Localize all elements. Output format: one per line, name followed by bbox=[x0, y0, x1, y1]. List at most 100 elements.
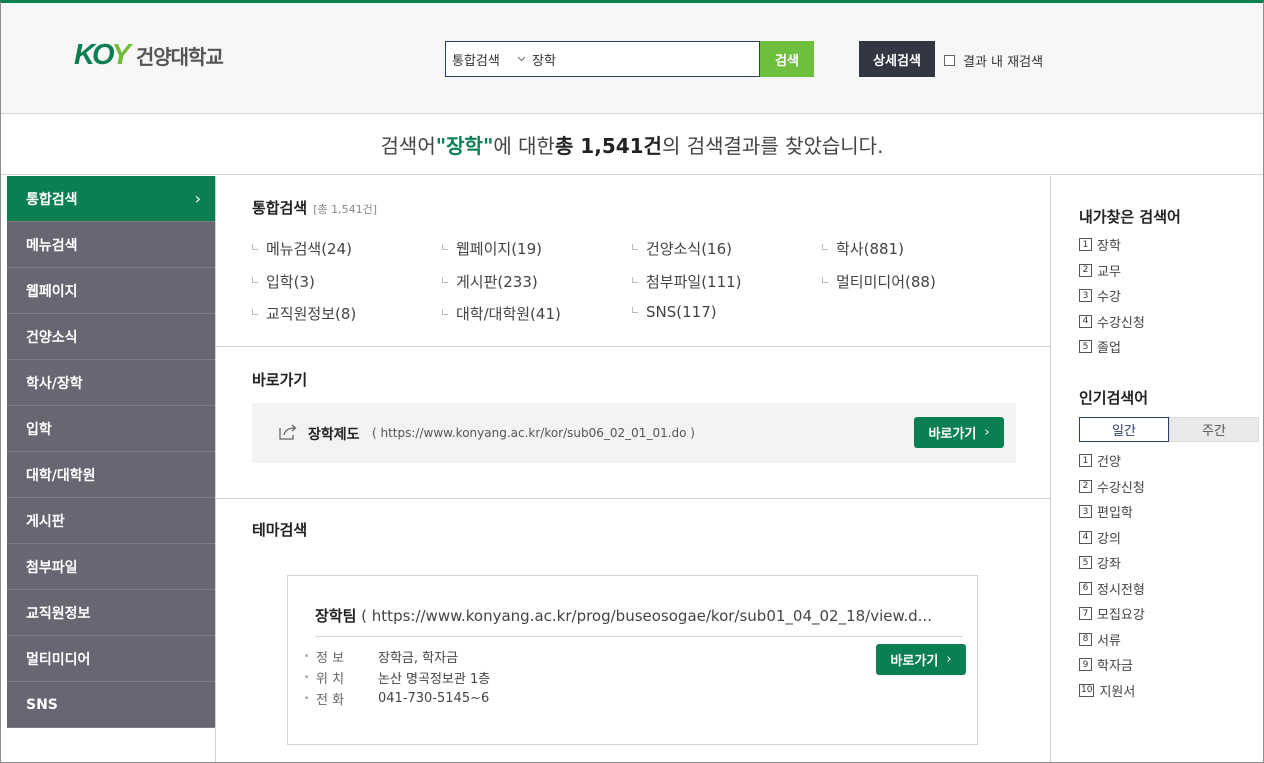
popular-item[interactable]: 8 서류 bbox=[1079, 627, 1145, 653]
theme-row-info: • 정 보 장학금, 학자금 bbox=[304, 646, 490, 667]
logo-text: 건양대학교 bbox=[135, 44, 224, 69]
popular-label: 정시전형 bbox=[1097, 582, 1145, 598]
go-button-label: 바로가기 bbox=[928, 427, 977, 442]
category-link[interactable]: 대학/대학원(41) bbox=[442, 303, 561, 324]
search-button[interactable]: 검색 bbox=[760, 41, 814, 77]
tab-weekly[interactable]: 주간 bbox=[1169, 417, 1259, 442]
result-summary: 검색어 "장학" 에 대한 총 1,541건 의 검색결과를 찾았습니다. bbox=[1, 115, 1263, 175]
popular-label: 편입학 bbox=[1097, 506, 1133, 522]
category-link[interactable]: 메뉴검색(24) bbox=[252, 238, 352, 259]
category-link[interactable]: 웹페이지(19) bbox=[442, 238, 542, 259]
category-link[interactable]: 교직원정보(8) bbox=[252, 303, 356, 324]
my-search-item[interactable]: 2 교무 bbox=[1079, 258, 1145, 284]
nav-item-label: SNS bbox=[26, 696, 58, 713]
tab-daily[interactable]: 일간 bbox=[1079, 417, 1169, 442]
nav-item-admission[interactable]: 입학 bbox=[7, 406, 215, 452]
research-label: 결과 내 재검색 bbox=[963, 55, 1044, 70]
rank-badge: 2 bbox=[1079, 263, 1092, 277]
nav-item-staff[interactable]: 교직원정보 bbox=[7, 590, 215, 636]
left-nav: 통합검색 › 메뉴검색 웹페이지 건양소식 학사/장학 입학 대학/대학원 게시판… bbox=[7, 176, 215, 728]
category-link[interactable]: SNS(117) bbox=[632, 303, 717, 321]
my-searches-title: 내가찾은 검색어 bbox=[1079, 208, 1181, 226]
page-frame: KOY 건양대학교 통합검색 검색 상세검색 결과 내 재검색 검색어 "장학"… bbox=[0, 0, 1264, 763]
popular-label: 수강신청 bbox=[1097, 480, 1145, 496]
popular-item[interactable]: 1 건양 bbox=[1079, 448, 1145, 474]
nav-item-news[interactable]: 건양소식 bbox=[7, 314, 215, 360]
research-checkbox[interactable] bbox=[944, 55, 955, 66]
popular-item[interactable]: 10 지원서 bbox=[1079, 678, 1145, 704]
popular-item[interactable]: 9 학자금 bbox=[1079, 652, 1145, 678]
nav-item-board[interactable]: 게시판 bbox=[7, 498, 215, 544]
search-box: 통합검색 bbox=[445, 41, 760, 77]
rank-badge: 4 bbox=[1079, 530, 1092, 544]
my-search-item[interactable]: 1 장학 bbox=[1079, 232, 1145, 258]
nav-item-college[interactable]: 대학/대학원 bbox=[7, 452, 215, 498]
main-content: 통합검색 [총 1,541건] 메뉴검색(24) 웹페이지(19) 건양소식(16… bbox=[215, 176, 1051, 762]
bullet-icon bbox=[442, 276, 448, 283]
nav-item-label: 게시판 bbox=[26, 513, 65, 530]
summary-prefix: 검색어 bbox=[380, 134, 436, 158]
my-search-item[interactable]: 5 졸업 bbox=[1079, 334, 1145, 360]
shortcut-name[interactable]: 장학제도 bbox=[308, 424, 360, 444]
rank-badge: 6 bbox=[1079, 581, 1092, 595]
category-link[interactable]: 입학(3) bbox=[252, 271, 315, 292]
popular-item[interactable]: 5 강좌 bbox=[1079, 550, 1145, 576]
nav-item-sns[interactable]: SNS bbox=[7, 682, 215, 728]
nav-item-webpage[interactable]: 웹페이지 bbox=[7, 268, 215, 314]
theme-row-phone: • 전 화 041-730-5145~6 bbox=[304, 688, 490, 709]
chevron-down-icon bbox=[517, 54, 526, 65]
nav-item-multimedia[interactable]: 멀티미디어 bbox=[7, 636, 215, 682]
popular-label: 지원서 bbox=[1099, 684, 1136, 700]
my-search-label: 수강 bbox=[1097, 290, 1121, 306]
my-search-label: 졸업 bbox=[1097, 341, 1121, 357]
popular-list: 1 건양 2 수강신청 3 편입학 4 강의 5 강좌 6 정시전형 7 모집요강 8 서류 9… bbox=[1079, 448, 1145, 703]
konyang-logo[interactable]: KOY 건양대학교 bbox=[74, 39, 224, 71]
bullet-icon bbox=[442, 243, 448, 250]
popular-item[interactable]: 4 강의 bbox=[1079, 525, 1145, 551]
nav-item-academic[interactable]: 학사/장학 bbox=[7, 360, 215, 406]
popular-item[interactable]: 2 수강신청 bbox=[1079, 474, 1145, 500]
shortcut-go-button[interactable]: 바로가기 › bbox=[914, 417, 1004, 448]
nav-item-label: 멀티미디어 bbox=[26, 651, 91, 668]
category-link[interactable]: 건양소식(16) bbox=[632, 238, 732, 259]
nav-item-label: 첨부파일 bbox=[26, 559, 78, 576]
rank-badge: 9 bbox=[1079, 658, 1092, 672]
research-within-results[interactable]: 결과 내 재검색 bbox=[944, 51, 1043, 70]
theme-go-button[interactable]: 바로가기 › bbox=[876, 644, 966, 675]
my-search-item[interactable]: 3 수강 bbox=[1079, 283, 1145, 309]
advanced-search-button[interactable]: 상세검색 bbox=[859, 41, 935, 77]
my-search-label: 수강신청 bbox=[1097, 315, 1145, 331]
nav-item-integrated[interactable]: 통합검색 › bbox=[7, 176, 215, 222]
bullet-icon bbox=[252, 243, 258, 250]
my-search-label: 장학 bbox=[1097, 239, 1121, 255]
theme-card-header[interactable]: 장학팀 ( https://www.konyang.ac.kr/prog/bus… bbox=[315, 605, 963, 637]
category-link[interactable]: 멀티미디어(88) bbox=[822, 271, 936, 292]
nav-item-attachment[interactable]: 첨부파일 bbox=[7, 544, 215, 590]
popular-label: 강좌 bbox=[1097, 557, 1121, 573]
nav-item-label: 교직원정보 bbox=[26, 605, 91, 622]
category-link[interactable]: 학사(881) bbox=[822, 238, 904, 259]
popular-item[interactable]: 7 모집요강 bbox=[1079, 601, 1145, 627]
nav-item-menu[interactable]: 메뉴검색 bbox=[7, 222, 215, 268]
nav-item-label: 입학 bbox=[26, 421, 52, 438]
category-link[interactable]: 첨부파일(111) bbox=[632, 271, 742, 292]
category-label: 웹페이지(19) bbox=[456, 240, 542, 258]
rank-badge: 8 bbox=[1079, 632, 1092, 646]
summary-suffix: 의 검색결과를 찾았습니다. bbox=[661, 134, 884, 158]
nav-item-label: 메뉴검색 bbox=[26, 237, 78, 254]
rank-badge: 4 bbox=[1079, 314, 1092, 328]
bullet-icon: • bbox=[304, 672, 310, 683]
bullet-icon bbox=[442, 308, 448, 315]
category-label: 게시판(233) bbox=[456, 273, 538, 291]
category-label: 멀티미디어(88) bbox=[836, 273, 936, 291]
search-scope-select[interactable]: 통합검색 bbox=[446, 50, 532, 69]
my-search-item[interactable]: 4 수강신청 bbox=[1079, 309, 1145, 335]
summary-middle: 에 대한 bbox=[493, 134, 555, 158]
chevron-right-icon: › bbox=[984, 425, 990, 440]
nav-item-label: 학사/장학 bbox=[26, 375, 83, 392]
popular-item[interactable]: 3 편입학 bbox=[1079, 499, 1145, 525]
category-link[interactable]: 게시판(233) bbox=[442, 271, 538, 292]
search-input[interactable] bbox=[532, 44, 759, 74]
popular-item[interactable]: 6 정시전형 bbox=[1079, 576, 1145, 602]
bullet-icon bbox=[822, 243, 828, 250]
